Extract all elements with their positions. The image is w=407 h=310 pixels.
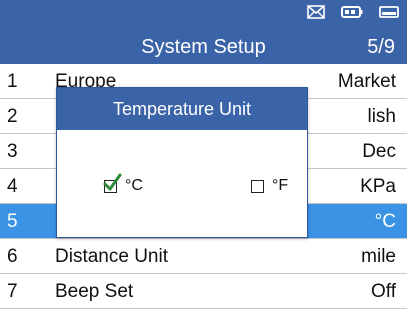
item-label: Beep Set [55, 281, 134, 302]
battery-icon [341, 5, 363, 24]
item-number: 6 [7, 246, 18, 267]
header-bar: System Setup 5/9 [0, 0, 407, 64]
list-item[interactable]: 6 Distance Unit mile [0, 239, 407, 274]
item-value: lish [367, 106, 396, 127]
dialog-title: Temperature Unit [57, 88, 307, 130]
item-value: °C [374, 211, 396, 232]
celsius-label: °C [125, 177, 143, 194]
page-indicator: 5/9 [367, 36, 395, 58]
page-title: System Setup [141, 36, 266, 58]
item-label: Distance Unit [55, 246, 168, 267]
device-screen: System Setup 5/9 1 Europe Market 2 lish … [0, 0, 407, 310]
item-value: KPa [360, 176, 396, 197]
item-value: mile [361, 246, 396, 267]
item-number: 1 [7, 71, 18, 92]
fahrenheit-checkbox[interactable] [251, 179, 264, 193]
power-icon [379, 5, 399, 24]
list-item[interactable]: 7 Beep Set Off [0, 274, 407, 309]
item-value: Dec [362, 141, 396, 162]
item-number: 5 [7, 211, 18, 232]
item-number: 2 [7, 106, 18, 127]
item-number: 4 [7, 176, 18, 197]
item-value: Off [371, 281, 396, 302]
status-icons [307, 5, 399, 24]
item-number: 3 [7, 141, 18, 162]
fahrenheit-option[interactable]: °F [251, 177, 288, 195]
item-value: Market [337, 71, 396, 92]
celsius-option[interactable]: °C [103, 173, 143, 195]
celsius-checkbox[interactable] [103, 173, 122, 193]
item-number: 7 [7, 281, 18, 302]
check-icon [103, 173, 122, 190]
fahrenheit-label: °F [272, 177, 289, 194]
mail-icon [307, 5, 325, 24]
temperature-unit-dialog: Temperature Unit °C °F [56, 87, 308, 238]
